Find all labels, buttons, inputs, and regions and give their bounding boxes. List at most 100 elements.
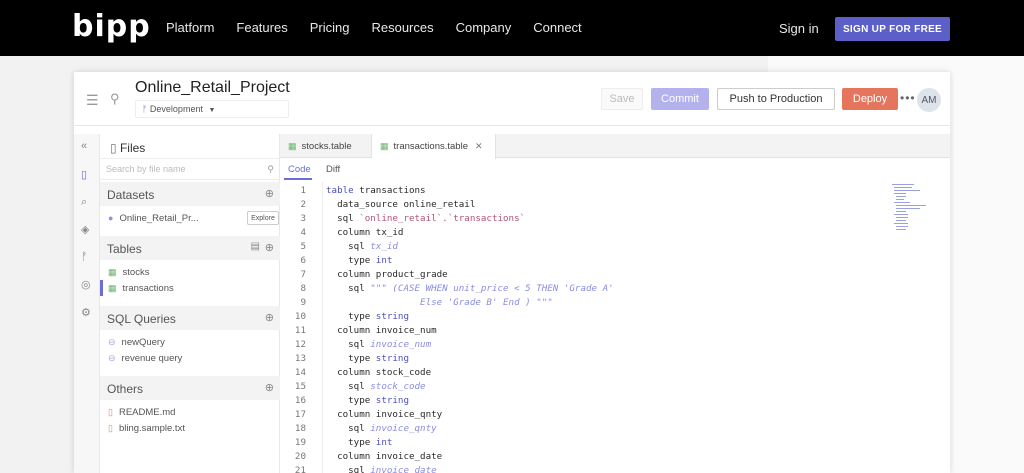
branch-icon: ᚠ <box>142 104 148 114</box>
line-number: 2 <box>300 199 306 210</box>
icon-rail: « ▯ ⌕ ◈ ᚠ ◎ ⚙ <box>74 134 100 473</box>
settings-icon[interactable]: ⚙ <box>81 306 91 319</box>
tab-stocks-table[interactable]: ▦ stocks.table <box>280 134 372 158</box>
explore-icon[interactable]: ⌕ <box>81 196 87 209</box>
code-text: type <box>326 437 376 448</box>
code-identifier: tx_id <box>370 241 398 252</box>
nav-features[interactable]: Features <box>236 20 287 35</box>
code-type: int <box>375 437 393 448</box>
code-text: transactions <box>353 185 426 196</box>
code-text: sql <box>326 339 371 350</box>
list-item[interactable]: ▯ README.md <box>100 404 280 420</box>
list-item[interactable]: ⊖ newQuery <box>100 334 280 350</box>
active-tab-underline <box>284 178 312 180</box>
menu-icon[interactable]: ☰ <box>86 92 99 109</box>
nav-company[interactable]: Company <box>456 20 512 35</box>
list-item[interactable]: ⊖ revenue query <box>100 350 280 366</box>
file-label: bling.sample.txt <box>118 422 185 434</box>
tab-diff[interactable]: Diff <box>326 164 340 175</box>
collapse-icon[interactable]: « <box>81 140 87 152</box>
tab-code[interactable]: Code <box>288 164 311 175</box>
files-icon[interactable]: ▯ <box>81 168 87 181</box>
code-line: type int <box>326 255 392 266</box>
minimap-line <box>896 220 906 221</box>
code-type: string <box>375 311 409 322</box>
nav-links: Platform Features Pricing Resources Comp… <box>166 20 582 35</box>
nav-resources[interactable]: Resources <box>371 20 433 35</box>
tables-section[interactable]: Tables ▤ ⊕ <box>100 236 280 260</box>
list-item[interactable]: ▯ bling.sample.txt <box>100 420 280 436</box>
list-item[interactable]: ▦ transactions <box>100 280 280 296</box>
search-icon[interactable]: ⚲ <box>110 91 120 107</box>
code-text: sql <box>326 213 360 224</box>
query-label: revenue query <box>121 352 183 364</box>
nav-pricing[interactable]: Pricing <box>310 20 350 35</box>
line-number: 4 <box>300 227 306 238</box>
code-line: sql `online_retail`.`transactions` <box>326 213 525 224</box>
commit-button[interactable]: Commit <box>651 88 709 110</box>
code-line: type int <box>326 437 392 448</box>
signin-link[interactable]: Sign in <box>779 21 819 36</box>
others-section[interactable]: Others ⊕ <box>100 376 280 400</box>
explore-button[interactable]: Explore <box>247 211 279 225</box>
code-minimap[interactable] <box>892 182 932 242</box>
table-icon: ▦ <box>108 266 117 277</box>
deploy-button[interactable]: Deploy <box>842 88 898 110</box>
code-line: type string <box>326 353 409 364</box>
datasets-section[interactable]: Datasets ⊕ <box>100 182 280 206</box>
code-editor[interactable]: 1 2 3 4 5 6 7 8 9 10 11 12 13 14 15 16 1… <box>280 182 890 473</box>
files-header-label: Files <box>119 141 146 155</box>
add-table-icon[interactable]: ⊕ <box>265 241 274 254</box>
code-text: sql <box>326 423 371 434</box>
sql-queries-section[interactable]: SQL Queries ⊕ <box>100 306 280 330</box>
file-search-input[interactable]: Search by file name ⚲ <box>100 158 280 180</box>
list-item[interactable]: ▦ stocks <box>100 264 280 280</box>
line-number: 3 <box>300 213 306 224</box>
code-line: sql invoice_date <box>326 465 437 473</box>
branch-selector[interactable]: ᚠ Development ▼ <box>135 100 289 118</box>
code-line: column product_grade <box>326 269 448 280</box>
line-number: 15 <box>294 381 306 392</box>
data-icon[interactable]: ◈ <box>81 223 89 236</box>
minimap-line <box>896 229 906 230</box>
code-line: table transactions <box>326 185 426 196</box>
code-line: sql stock_code <box>326 381 425 392</box>
git-branch-icon[interactable]: ᚠ <box>81 251 88 263</box>
code-identifier: invoice_date <box>370 465 437 473</box>
user-icon[interactable]: ◎ <box>81 278 91 291</box>
app-header: ☰ ⚲ Online_Retail_Project ᚠ Development … <box>74 72 950 126</box>
minimap-line <box>896 196 906 197</box>
push-to-production-button[interactable]: Push to Production <box>717 88 835 110</box>
query-icon: ⊖ <box>108 352 116 363</box>
line-number: 9 <box>300 297 306 308</box>
code-text: type <box>326 353 376 364</box>
avatar[interactable]: AM <box>917 88 941 112</box>
code-identifier: invoice_qnty <box>370 423 437 434</box>
code-line: sql tx_id <box>326 241 398 252</box>
tab-transactions-table[interactable]: ▦ transactions.table ✕ <box>372 134 496 159</box>
line-number: 7 <box>300 269 306 280</box>
table-label: stocks <box>122 266 150 278</box>
gutter-divider <box>322 182 323 473</box>
files-panel: ▯ Files Search by file name ⚲ Datasets ⊕… <box>100 134 280 473</box>
close-icon[interactable]: ✕ <box>475 141 483 152</box>
file-search-placeholder: Search by file name <box>106 164 186 174</box>
signup-button[interactable]: SIGN UP FOR FREE <box>835 17 950 41</box>
more-options-icon[interactable]: ••• <box>900 91 916 105</box>
save-button[interactable]: Save <box>601 88 643 110</box>
code-keyword: table <box>326 185 354 196</box>
table-icon: ▦ <box>380 141 389 151</box>
nav-platform[interactable]: Platform <box>166 20 214 35</box>
nav-connect[interactable]: Connect <box>533 20 581 35</box>
table-grid-icon[interactable]: ▤ <box>251 241 260 252</box>
bipp-logo[interactable]: bipp <box>72 12 151 42</box>
minimap-line <box>896 205 926 206</box>
add-file-icon[interactable]: ⊕ <box>265 381 274 394</box>
line-number: 10 <box>294 311 306 322</box>
add-dataset-icon[interactable]: ⊕ <box>265 187 274 200</box>
add-query-icon[interactable]: ⊕ <box>265 311 274 324</box>
project-title: Online_Retail_Project <box>135 79 290 96</box>
code-identifier: """ (CASE WHEN unit_price < 5 THEN 'Grad… <box>370 283 614 294</box>
code-type: string <box>375 353 409 364</box>
line-number: 1 <box>300 185 306 196</box>
